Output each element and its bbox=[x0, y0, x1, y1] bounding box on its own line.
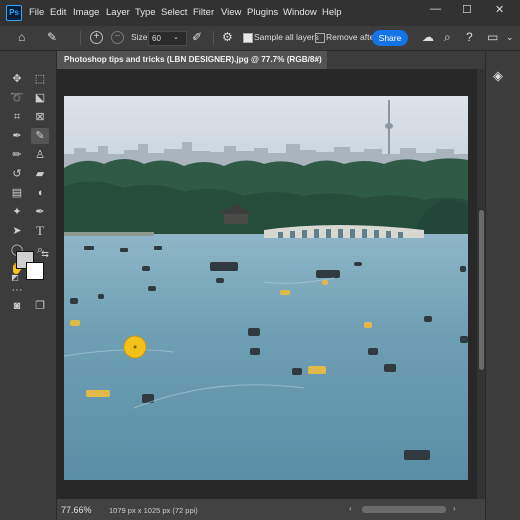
right-panel-dock bbox=[485, 51, 520, 520]
background-color-swatch[interactable] bbox=[26, 262, 44, 280]
zoom-level[interactable]: 77.66% bbox=[61, 505, 92, 515]
horizontal-scroll-thumb[interactable] bbox=[362, 506, 446, 513]
vertical-scroll-thumb[interactable] bbox=[479, 210, 484, 370]
lake-photo bbox=[64, 96, 468, 480]
menu-help[interactable]: Help bbox=[322, 7, 342, 18]
menu-plugins[interactable]: Plugins bbox=[247, 7, 278, 18]
eyedropper-icon[interactable]: ✒ bbox=[8, 128, 26, 144]
layers-icon[interactable]: ◈ bbox=[493, 68, 503, 84]
dodge-icon[interactable]: ✦ bbox=[8, 204, 26, 220]
crop-icon[interactable]: ⌗ bbox=[8, 109, 26, 125]
menu-edit[interactable]: Edit bbox=[50, 7, 66, 18]
remove-tool-preset-icon[interactable]: ✎ bbox=[47, 30, 57, 44]
menu-window[interactable]: Window bbox=[283, 7, 317, 18]
search-icon[interactable]: ⌕ bbox=[444, 30, 451, 45]
history-brush-icon[interactable]: ↺ bbox=[8, 166, 26, 182]
quick-mask-icon[interactable]: ◙ bbox=[8, 298, 26, 314]
object-select-icon[interactable]: ⬕ bbox=[31, 90, 49, 106]
maximize-button[interactable]: ☐ bbox=[462, 3, 472, 16]
size-dropdown-chevron-icon[interactable]: ⌄ bbox=[173, 33, 179, 41]
pressure-brush-icon[interactable]: ✐ bbox=[192, 30, 202, 44]
sample-all-layers-label: Sample all layers bbox=[254, 32, 319, 42]
swap-colors-icon[interactable]: ⇆ bbox=[36, 246, 54, 262]
menu-layer[interactable]: Layer bbox=[106, 7, 130, 18]
brush-icon[interactable]: ✏ bbox=[8, 147, 26, 163]
workspace-chevron-icon[interactable]: ⌄ bbox=[506, 32, 514, 43]
marquee-icon[interactable]: ⬚ bbox=[31, 71, 49, 87]
brush-cursor bbox=[123, 335, 147, 359]
share-button[interactable]: Share bbox=[372, 30, 408, 46]
gradient-icon[interactable]: ▤ bbox=[8, 185, 26, 201]
remove-after-checkbox[interactable] bbox=[315, 33, 325, 43]
type-icon[interactable]: T bbox=[31, 223, 49, 239]
options-bar: ⌂ ✎ + − Size 60 ⌄ ✐ ⚙ Sample all layers … bbox=[0, 26, 520, 51]
divider bbox=[80, 31, 81, 45]
menu-file[interactable]: File bbox=[29, 7, 44, 18]
document-tab-title: Photoshop tips and tricks (LBN DESIGNER)… bbox=[64, 55, 322, 64]
default-colors-icon[interactable]: ◩ bbox=[6, 270, 24, 286]
status-bar: 77.66% 1079 px x 1025 px (72 ppi) ‹ › bbox=[57, 499, 485, 520]
document-photo[interactable] bbox=[64, 96, 468, 480]
close-window-button[interactable]: ✕ bbox=[495, 3, 504, 16]
home-icon[interactable]: ⌂ bbox=[18, 30, 25, 44]
menu-type[interactable]: Type bbox=[135, 7, 156, 18]
menu-view[interactable]: View bbox=[221, 7, 241, 18]
size-label: Size bbox=[131, 32, 148, 42]
eraser-icon[interactable]: ▰ bbox=[31, 166, 49, 182]
add-mode-icon[interactable]: + bbox=[90, 31, 103, 44]
frame-icon[interactable]: ⊠ bbox=[31, 109, 49, 125]
remove-tool-icon[interactable]: ✎ bbox=[31, 128, 49, 144]
screen-mode-icon[interactable]: ❐ bbox=[31, 298, 49, 314]
stamp-icon[interactable]: ♙ bbox=[31, 147, 49, 163]
remove-after-label: Remove after bbox=[326, 32, 378, 42]
move-icon[interactable]: ✥ bbox=[8, 71, 26, 87]
subtract-mode-icon[interactable]: − bbox=[111, 31, 124, 44]
menu-bar: Ps File Edit Image Layer Type Select Fil… bbox=[0, 0, 520, 26]
workspace-icon[interactable]: ▭ bbox=[487, 30, 498, 44]
scroll-right-arrow-icon[interactable]: › bbox=[453, 504, 456, 513]
menu-filter[interactable]: Filter bbox=[193, 7, 214, 18]
document-tab-bar: Photoshop tips and tricks (LBN DESIGNER)… bbox=[57, 51, 485, 69]
pen-icon[interactable]: ✒ bbox=[31, 204, 49, 220]
path-select-icon[interactable]: ➤ bbox=[8, 223, 26, 239]
minimize-button[interactable]: — bbox=[430, 3, 441, 15]
gear-icon[interactable]: ⚙ bbox=[222, 30, 233, 44]
menu-select[interactable]: Select bbox=[161, 7, 187, 18]
document-tab[interactable]: Photoshop tips and tricks (LBN DESIGNER)… bbox=[57, 51, 327, 69]
size-input[interactable]: 60 bbox=[148, 31, 187, 46]
lasso-icon[interactable]: ➰ bbox=[8, 90, 26, 106]
blur-icon[interactable]: ◖ bbox=[31, 185, 49, 201]
help-icon[interactable]: ? bbox=[466, 30, 473, 44]
photoshop-logo: Ps bbox=[6, 5, 22, 21]
close-tab-icon[interactable]: × bbox=[314, 54, 319, 64]
menu-image[interactable]: Image bbox=[73, 7, 99, 18]
scroll-left-arrow-icon[interactable]: ‹ bbox=[349, 504, 352, 513]
divider bbox=[213, 31, 214, 45]
cloud-document-icon[interactable]: ☁ bbox=[422, 30, 434, 44]
sample-all-layers-checkbox[interactable] bbox=[243, 33, 253, 43]
document-info: 1079 px x 1025 px (72 ppi) bbox=[109, 506, 198, 515]
